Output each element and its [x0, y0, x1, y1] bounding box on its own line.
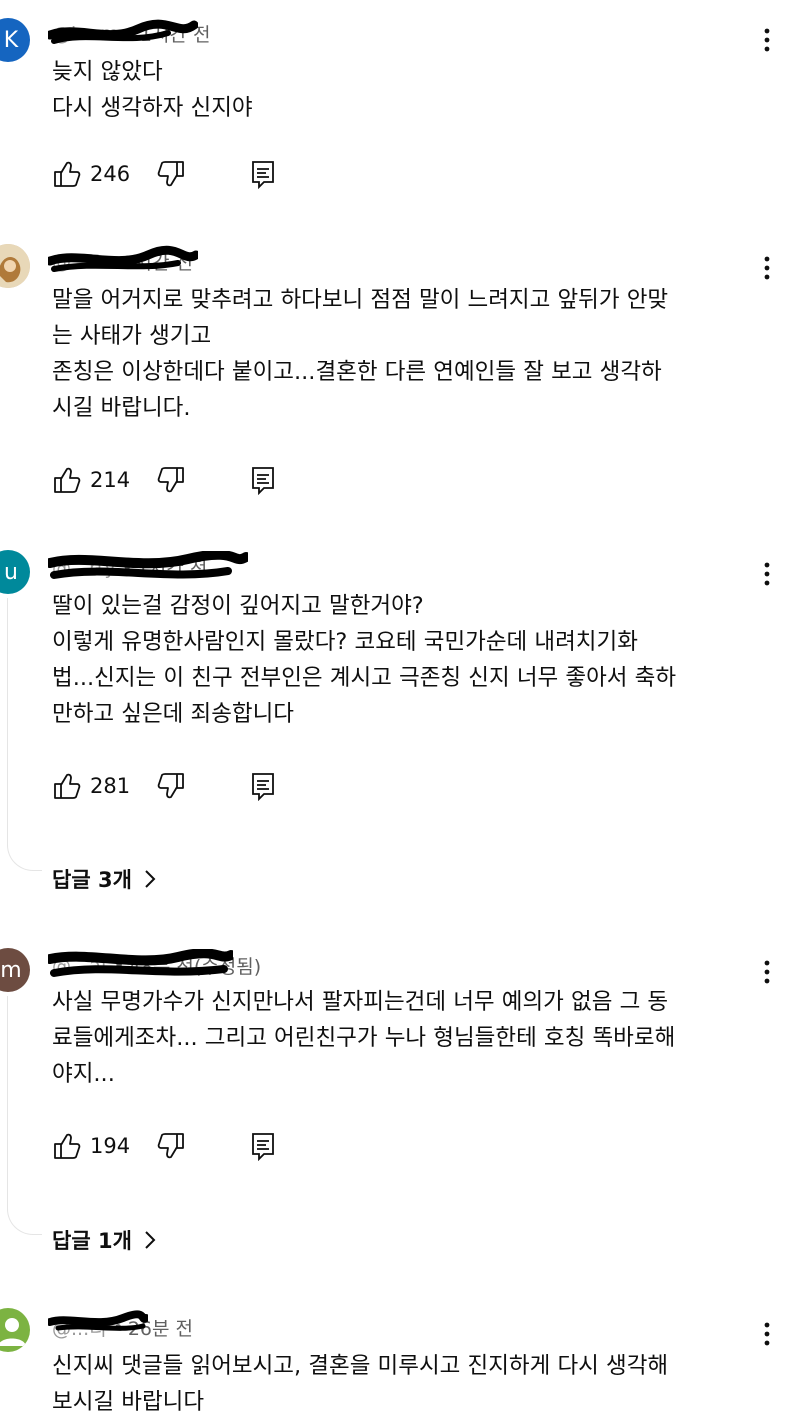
- view-replies-button[interactable]: 답글 3개: [52, 864, 156, 894]
- avatar-letter: K: [3, 27, 19, 53]
- comment-text: 딸이 있는걸 감정이 깊어지고 말한거야? 이렇게 유명한사람인지 몰랐다? 코…: [52, 593, 677, 727]
- reply-icon[interactable]: [250, 771, 276, 801]
- replies-count-label: 답글 3개: [52, 868, 132, 892]
- author-handle[interactable]: @k...m: [48, 19, 198, 45]
- like-count: 214: [90, 468, 131, 492]
- author-handle[interactable]: @...5: [48, 245, 198, 273]
- comment-text: 신지씨 댓글들 읽어보시고, 결혼을 미루시고 진지하게 다시 생각해 보시길 …: [52, 1353, 669, 1415]
- author-handle[interactable]: @...티: [48, 1310, 148, 1341]
- author-handle[interactable]: @...af: [48, 948, 233, 977]
- chevron-right-icon: [145, 870, 156, 888]
- default-avatar-icon: [0, 1318, 26, 1346]
- more-options-icon[interactable]: [756, 954, 778, 990]
- view-replies-button[interactable]: 답글 1개: [52, 1225, 156, 1255]
- more-options-icon[interactable]: [756, 556, 778, 592]
- comment-meta: @...5 • 1시간 전: [48, 245, 198, 275]
- avatar[interactable]: [0, 1308, 30, 1352]
- more-options-icon[interactable]: [756, 22, 778, 58]
- comment-meta: @...티 • 26분 전: [48, 1310, 193, 1341]
- comment-text: 사실 무명가수가 신지만나서 팔자피는건데 너무 예의가 없음 그 동 료들에게…: [52, 989, 676, 1087]
- redaction-scribble: [48, 550, 248, 579]
- thumbs-up-icon[interactable]: [52, 465, 82, 495]
- redaction-scribble: [48, 1310, 148, 1331]
- reply-icon[interactable]: [250, 1131, 276, 1161]
- reply-icon[interactable]: [250, 465, 276, 495]
- comment-actions: 214: [52, 463, 276, 497]
- comment-meta: @...af • 48분 전(수정됨): [48, 948, 261, 979]
- author-handle[interactable]: @...rty: [48, 550, 248, 579]
- comment-actions: 194: [52, 1129, 276, 1163]
- avatar-letter: u: [4, 559, 18, 585]
- redaction-scribble: [48, 245, 198, 272]
- avatar[interactable]: m: [0, 948, 30, 992]
- avatar[interactable]: u: [0, 550, 30, 594]
- thumbs-down-icon[interactable]: [156, 1131, 186, 1161]
- comment-meta: @...rty • 1시간 전: [48, 550, 248, 581]
- thumbs-up-icon[interactable]: [52, 771, 82, 801]
- thumbs-down-icon[interactable]: [156, 159, 186, 189]
- redaction-scribble: [48, 948, 233, 977]
- thumbs-down-icon[interactable]: [156, 771, 186, 801]
- avatar-image: [0, 244, 30, 288]
- comment-text: 늦지 않았다 다시 생각하자 신지야: [52, 59, 253, 121]
- like-count: 281: [90, 774, 131, 798]
- thumbs-down-icon[interactable]: [156, 465, 186, 495]
- like-count: 246: [90, 162, 131, 186]
- thread-line: [7, 996, 42, 1235]
- comment-meta: @k...m • 1시간 전: [48, 19, 210, 47]
- comment-text: 말을 어거지로 맞추려고 하다보니 점점 말이 느려지고 앞뒤가 안맞 는 사태…: [52, 287, 669, 421]
- reply-icon[interactable]: [250, 159, 276, 189]
- avatar[interactable]: K: [0, 18, 30, 62]
- chevron-right-icon: [145, 1231, 156, 1249]
- thumbs-up-icon[interactable]: [52, 159, 82, 189]
- more-options-icon[interactable]: [756, 250, 778, 286]
- thread-line: [7, 598, 42, 871]
- thumbs-up-icon[interactable]: [52, 1131, 82, 1161]
- redaction-scribble: [48, 19, 198, 44]
- avatar-letter: m: [0, 957, 22, 983]
- replies-count-label: 답글 1개: [52, 1229, 132, 1253]
- more-options-icon[interactable]: [756, 1316, 778, 1352]
- like-count: 194: [90, 1134, 131, 1158]
- comment-actions: 246: [52, 157, 276, 191]
- comment-actions: 281: [52, 769, 276, 803]
- avatar[interactable]: [0, 244, 30, 288]
